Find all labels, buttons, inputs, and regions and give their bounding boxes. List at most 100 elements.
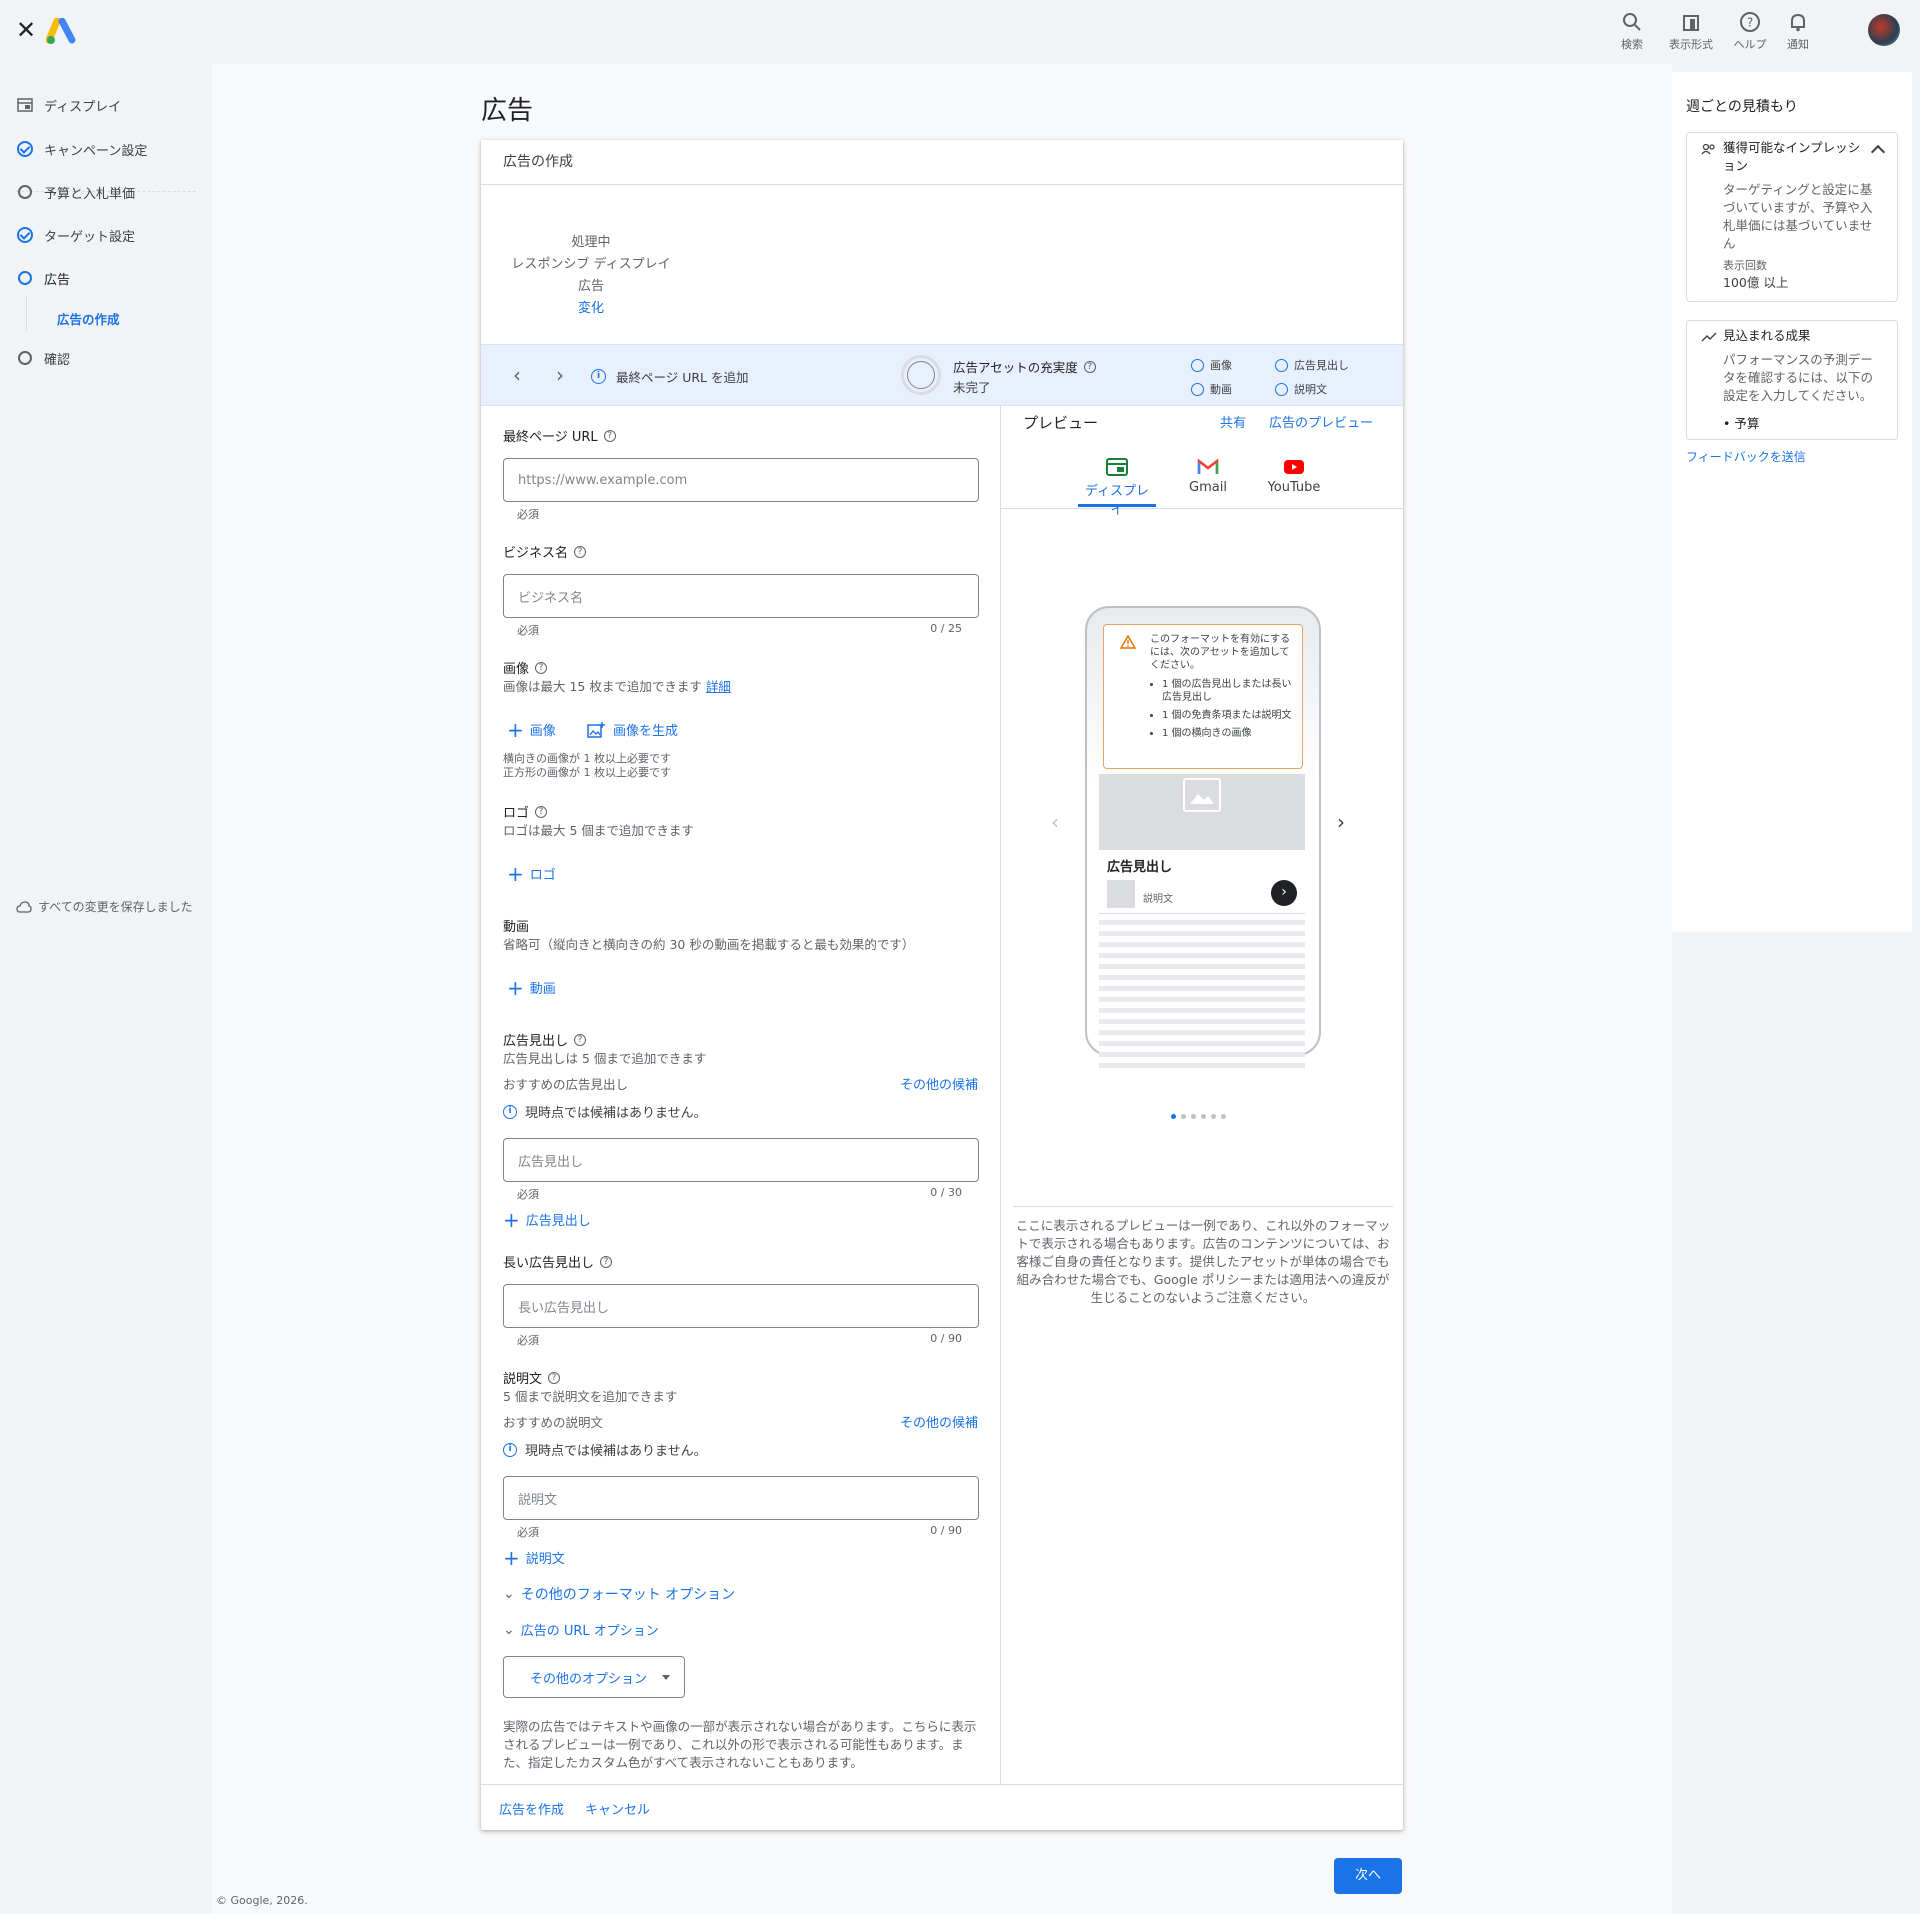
description-no-suggestions: i 現時点では候補はありません。 — [503, 1440, 707, 1459]
description-label: 説明文? — [503, 1368, 561, 1387]
help-icon[interactable]: ? — [535, 805, 548, 818]
results-text: パフォーマンスの予測データを確認するには、以下の設定を入力してください。 — [1723, 352, 1874, 403]
ad-preview-link[interactable]: 広告のプレビュー — [1269, 412, 1373, 431]
preview-next-icon[interactable]: › — [1337, 810, 1345, 834]
help-icon[interactable]: ? — [535, 661, 548, 674]
ad-description: 説明文 — [1143, 894, 1173, 905]
results-card: 見込まれる成果 パフォーマンスの予測データを確認するには、以下の設定を入力してく… — [1686, 320, 1898, 440]
add-description-button[interactable]: + 説明文 — [503, 1548, 565, 1568]
other-options-dropdown[interactable]: その他のオプション — [503, 1656, 685, 1698]
tab-youtube[interactable]: YouTube — [1259, 458, 1329, 495]
strength-value: 未完了 — [953, 380, 991, 395]
final-url-input[interactable]: https://www.example.com — [503, 458, 979, 502]
add-image-button[interactable]: + 画像 — [507, 717, 556, 742]
top-bar: ✕ 検索 表示形式 ? ヘルプ 通知 — [0, 0, 1920, 64]
help-icon[interactable]: ? — [603, 429, 616, 442]
nav-item-campaign-settings[interactable]: キャンペーン設定 — [16, 137, 147, 161]
headline-more-link[interactable]: その他の候補 — [900, 1074, 978, 1093]
display-icon — [16, 96, 34, 114]
headline-sub: 広告見出しは 5 個まで追加できます — [503, 1051, 707, 1066]
impressions-count: 100億 以上 — [1723, 275, 1789, 290]
description-more-link[interactable]: その他の候補 — [900, 1412, 978, 1431]
check-circle-icon — [16, 140, 34, 158]
preview-panel: プレビュー 共有 広告のプレビュー ディスプレイ Gmail YouTube ‹… — [1001, 406, 1403, 1784]
trending-up-icon — [1701, 332, 1717, 342]
logo-sub: ロゴは最大 5 個まで追加できます — [503, 823, 694, 838]
more-format-options[interactable]: ⌄ その他のフォーマット オプション — [503, 1584, 735, 1604]
change-link[interactable]: 変化 — [511, 298, 671, 320]
description-recommended: おすすめの説明文 — [503, 1415, 604, 1430]
youtube-icon — [1284, 460, 1304, 474]
help-icon[interactable]: ? — [548, 1371, 561, 1384]
add-logo-button[interactable]: + ロゴ — [507, 861, 556, 886]
nav-item-label: ディスプレイ — [44, 99, 122, 115]
status-processing: 処理中 — [571, 235, 611, 250]
cancel-button[interactable]: キャンセル — [585, 1799, 650, 1818]
description-input[interactable]: 説明文 — [503, 1476, 979, 1520]
nav-item-label: 確認 — [44, 352, 71, 368]
create-ad-button[interactable]: 広告を作成 — [499, 1799, 564, 1818]
video-label: 動画 — [503, 920, 530, 935]
close-icon[interactable]: ✕ — [14, 18, 38, 42]
add-video-button[interactable]: + 動画 — [507, 978, 556, 998]
images-detail-link[interactable]: 詳細 — [706, 679, 731, 694]
ad-image-placeholder — [1099, 774, 1305, 850]
share-link[interactable]: 共有 — [1220, 412, 1246, 431]
saved-text: すべての変更を保存しました — [38, 900, 193, 914]
info-icon: i — [503, 1104, 517, 1119]
url-options[interactable]: ⌄ 広告の URL オプション — [503, 1620, 659, 1640]
impressions-count-label: 表示回数 — [1723, 259, 1767, 272]
help-icon[interactable]: ? — [600, 1255, 613, 1268]
headline-input[interactable]: 広告見出し — [503, 1138, 979, 1182]
image-requirement-2: 正方形の画像が 1 枚以上必要です — [503, 766, 671, 779]
strength-ring — [901, 355, 941, 395]
nav-item-display[interactable]: ディスプレイ — [16, 93, 121, 117]
nav-item-ads[interactable]: 広告 — [16, 266, 70, 290]
notifications-button[interactable]: 通知 — [1770, 10, 1826, 52]
caret-down-icon — [662, 1675, 670, 1680]
generate-image-button[interactable]: 画像を生成 — [587, 720, 678, 739]
results-item: • 予算 — [1723, 416, 1760, 431]
nav-item-targeting[interactable]: ターゲット設定 — [16, 223, 135, 247]
preview-prev-icon[interactable]: ‹ — [1051, 810, 1059, 834]
headline-label: 広告見出し? — [503, 1030, 587, 1049]
carousel-dots[interactable] — [1171, 1114, 1231, 1119]
ad-thumb-icon — [1107, 880, 1135, 908]
feedback-link[interactable]: フィードバックを送信 — [1686, 448, 1806, 465]
help-icon[interactable]: ? — [1083, 360, 1096, 373]
final-url-label: 最終ページ URL? — [503, 426, 616, 445]
business-name-input[interactable]: ビジネス名 — [503, 574, 979, 618]
status-ad-type: レスポンシブ ディスプレイ広告 — [511, 257, 671, 294]
nav-item-create-ad[interactable]: 広告の作成 — [57, 306, 120, 330]
form-disclaimer: 実際の広告ではテキストや画像の一部が表示されない場合があります。こちらに表示され… — [503, 1719, 977, 1770]
search-button[interactable]: 検索 — [1604, 10, 1660, 52]
next-button[interactable]: 次へ — [1334, 1858, 1402, 1894]
plus-icon: + — [507, 717, 524, 742]
prev-tip-button[interactable]: ‹ — [505, 363, 529, 387]
nav-item-budget[interactable]: 予算と入札単価 — [16, 180, 135, 204]
warning-title: このフォーマットを有効にするには、次のアセットを追加してください。 — [1150, 634, 1291, 671]
help-icon[interactable]: ? — [574, 1033, 587, 1046]
layout-button[interactable]: 表示形式 — [1663, 10, 1719, 52]
saved-status: すべての変更を保存しました — [16, 898, 193, 915]
empty-circle-icon — [1275, 382, 1288, 396]
people-icon — [1701, 143, 1715, 155]
nav-item-label: 予算と入札単価 — [44, 186, 136, 202]
long-headline-input[interactable]: 長い広告見出し — [503, 1284, 979, 1328]
add-headline-button[interactable]: + 広告見出し — [503, 1210, 591, 1230]
chevron-up-icon[interactable] — [1870, 144, 1886, 160]
tab-display[interactable]: ディスプレイ — [1079, 458, 1155, 518]
tab-gmail[interactable]: Gmail — [1183, 458, 1233, 495]
plus-icon: + — [507, 861, 524, 886]
ad-card: 広告見出し 説明文 › — [1099, 850, 1305, 914]
empty-circle-icon — [1191, 358, 1204, 372]
help-icon[interactable]: ? — [574, 545, 587, 558]
next-tip-button[interactable]: › — [548, 363, 572, 387]
layout-icon — [1683, 15, 1699, 31]
display-icon — [1106, 458, 1128, 476]
char-counter: 0 / 90 — [930, 1332, 962, 1345]
images-label: 画像? — [503, 658, 548, 677]
notifications-label: 通知 — [1787, 38, 1809, 51]
avatar[interactable] — [1868, 14, 1900, 46]
nav-item-review[interactable]: 確認 — [16, 346, 70, 370]
